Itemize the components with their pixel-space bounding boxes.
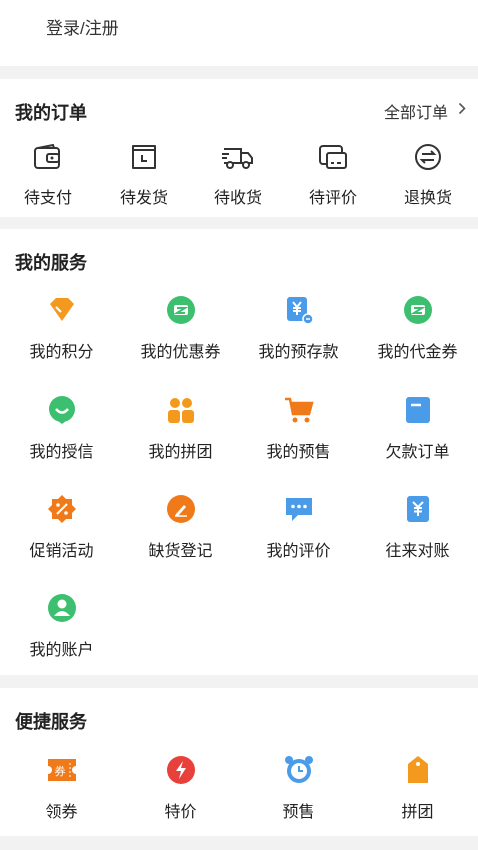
service-item-stockout-register[interactable]: 缺货登记 (121, 494, 240, 561)
quick-item-special-price[interactable]: 特价 (121, 755, 240, 822)
login-card: 登录/注册 (0, 0, 478, 66)
service-label: 我的拼团 (148, 444, 213, 461)
my-orders-card: 我的订单 全部订单 待支付 待发货 待收货 待评价 退换货 (0, 79, 478, 217)
order-label: 退换货 (403, 190, 452, 207)
ticket-badge-text: 券 (54, 764, 65, 778)
quick-item-get-coupon[interactable]: 券 领券 (2, 755, 121, 822)
chevron-right-icon (458, 102, 466, 120)
ticket-icon: 券 (2, 755, 121, 790)
chat-bubble-icon (239, 494, 358, 529)
my-services-title: 我的服务 (15, 253, 87, 273)
percent-badge-icon (2, 494, 121, 529)
service-item-debt-orders[interactable]: 欠款订单 (358, 395, 477, 462)
document-icon (358, 395, 477, 430)
service-item-promotions[interactable]: 促销活动 (2, 494, 121, 561)
service-item-my-reviews[interactable]: 我的评价 (239, 494, 358, 561)
service-label: 我的账户 (29, 642, 94, 659)
diamond-icon (2, 295, 121, 330)
quick-label: 拼团 (401, 804, 434, 821)
service-item-coupons[interactable]: 我的优惠券 (121, 295, 240, 362)
lightning-icon (121, 755, 240, 790)
service-label: 欠款订单 (385, 444, 450, 461)
service-label: 往来对账 (385, 543, 450, 560)
service-label: 我的优惠券 (140, 344, 221, 361)
my-services-card: 我的服务 我的积分 我的优惠券 我的预存款 我的代金券 我的授信 我的拼团 我的… (0, 229, 478, 675)
all-orders-label: 全部订单 (383, 105, 448, 122)
quick-services-card: 便捷服务 券 领券 特价 预售 拼团 (0, 688, 478, 836)
group-icon (121, 395, 240, 430)
yen-deposit-icon (239, 295, 358, 330)
quick-item-presale[interactable]: 预售 (239, 755, 358, 822)
order-item-return-exchange[interactable]: 退换货 (369, 143, 478, 208)
login-register-link[interactable]: 登录/注册 (46, 14, 119, 39)
service-label: 我的积分 (29, 344, 94, 361)
service-item-deposit[interactable]: 我的预存款 (239, 295, 358, 362)
service-label: 我的评价 (266, 543, 331, 560)
service-label: 我的授信 (29, 444, 94, 461)
tag-icon (358, 755, 477, 790)
service-item-points[interactable]: 我的积分 (2, 295, 121, 362)
quick-item-group-buy[interactable]: 拼团 (358, 755, 477, 822)
voucher-icon (358, 295, 477, 330)
user-icon (2, 593, 121, 628)
service-item-reconciliation[interactable]: 往来对账 (358, 494, 477, 561)
alarm-clock-icon (239, 755, 358, 790)
yen-doc-icon (358, 494, 477, 529)
quick-label: 特价 (164, 804, 197, 821)
all-orders-link[interactable]: 全部订单 (384, 99, 466, 123)
exchange-icon (369, 143, 478, 176)
bottom-divider (0, 836, 478, 850)
service-label: 缺货登记 (148, 543, 213, 560)
service-label: 我的预售 (266, 444, 331, 461)
service-label: 我的预存款 (258, 344, 339, 361)
quick-label: 领券 (45, 804, 78, 821)
quick-label: 预售 (282, 804, 315, 821)
edit-icon (121, 494, 240, 529)
service-label: 我的代金券 (377, 344, 458, 361)
coupon-icon (121, 295, 240, 330)
smile-icon (2, 395, 121, 430)
service-item-my-account[interactable]: 我的账户 (2, 593, 121, 660)
service-item-presale[interactable]: 我的预售 (239, 395, 358, 462)
service-item-group-buy[interactable]: 我的拼团 (121, 395, 240, 462)
quick-services-title: 便捷服务 (15, 712, 87, 732)
my-orders-title: 我的订单 (15, 103, 87, 123)
cart-icon (239, 395, 358, 430)
service-item-vouchers[interactable]: 我的代金券 (358, 295, 477, 362)
service-label: 促销活动 (29, 543, 94, 560)
service-item-credit[interactable]: 我的授信 (2, 395, 121, 462)
